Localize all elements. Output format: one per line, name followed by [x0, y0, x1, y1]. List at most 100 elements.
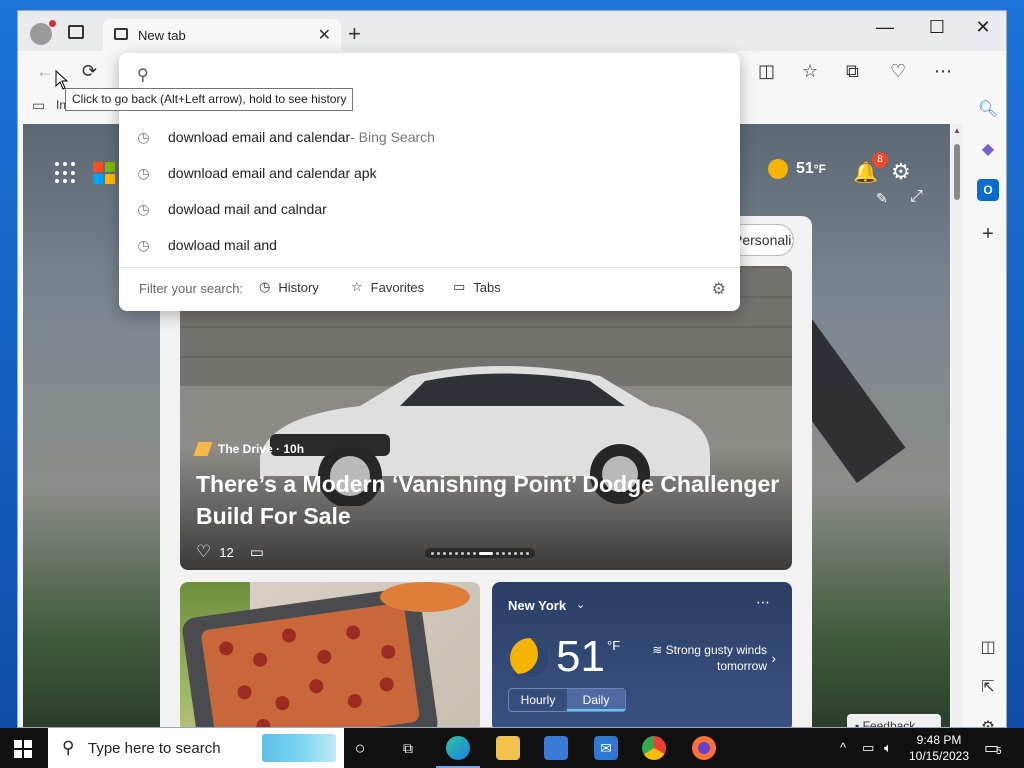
mail-icon[interactable]: ✉: [594, 736, 618, 760]
maximize-button[interactable]: ☐: [922, 17, 952, 38]
tab-favicon-icon: [114, 28, 128, 40]
outlook-sidebar-icon[interactable]: O: [977, 179, 999, 201]
clock-date: 10/15/2023: [908, 749, 970, 763]
filter-history-label: History: [278, 279, 319, 295]
file-explorer-icon[interactable]: [496, 736, 520, 760]
suggestion-text: download email and calendar apk: [168, 165, 377, 181]
suggestion-item[interactable]: ◷ download email and calendar apk: [119, 155, 740, 191]
volume-icon[interactable]: 🔈︎: [884, 740, 892, 756]
suggestion-item[interactable]: ◷ download email and calendar - Bing Sea…: [119, 119, 740, 155]
page-scrollbar[interactable]: ▲: [951, 124, 963, 727]
history-clock-icon: ◷: [137, 164, 150, 181]
browser-essentials-icon[interactable]: ♡: [890, 61, 906, 82]
edge-taskbar-icon[interactable]: [436, 736, 480, 768]
page-settings-gear-icon[interactable]: ⚙: [891, 159, 911, 185]
microsoft-logo-icon: [93, 162, 115, 184]
like-count: 12: [219, 544, 234, 560]
chevron-right-icon[interactable]: ›: [771, 650, 776, 666]
filter-favorites-button[interactable]: ☆ Favorites: [351, 279, 424, 295]
weather-alert[interactable]: ≋ Strong gusty winds tomorrow: [642, 642, 767, 674]
weather-summary[interactable]: 51°F: [768, 159, 826, 179]
weather-card[interactable]: New York ⌄ ⋯ 51 °F ≋ Strong gusty winds …: [492, 582, 792, 727]
wind-line-1: Strong gusty winds: [665, 643, 767, 657]
weather-city[interactable]: New York: [508, 598, 566, 613]
scroll-up-icon[interactable]: ▲: [953, 126, 961, 135]
refresh-icon[interactable]: ⟳: [82, 61, 97, 82]
history-icon: ◷: [259, 279, 271, 294]
favorites-star-icon[interactable]: ☆: [802, 61, 818, 82]
sidebar-settings-icon[interactable]: ⚙: [977, 717, 999, 727]
tab-title: New tab: [138, 28, 186, 43]
tab-daily[interactable]: Daily: [567, 689, 625, 711]
tab-actions-icon[interactable]: [68, 25, 84, 39]
moon-icon: [768, 159, 788, 179]
suggestion-text: download email and calendar: [168, 129, 351, 145]
suggestion-text: dowload mail and: [168, 237, 277, 253]
forecast-toggle: Hourly Daily: [508, 688, 626, 712]
cortana-icon[interactable]: ○: [348, 736, 372, 760]
suggestion-source: - Bing Search: [350, 129, 435, 145]
new-tab-button[interactable]: +: [348, 21, 361, 47]
tabs-icon: ▭: [453, 279, 466, 294]
tools-sidebar-icon[interactable]: ◆: [977, 139, 999, 161]
hide-sidebar-icon[interactable]: ◫: [977, 637, 999, 659]
mouse-cursor-icon: [55, 70, 69, 90]
action-center-count: 5: [996, 746, 1002, 757]
search-sidebar-icon[interactable]: 🔍︎: [977, 99, 999, 121]
filter-tabs-button[interactable]: ▭ Tabs: [453, 279, 501, 295]
comment-icon[interactable]: ▭: [250, 543, 264, 561]
heart-icon[interactable]: ♡: [196, 542, 211, 562]
show-hidden-icons-icon[interactable]: ^: [840, 740, 846, 755]
store-icon[interactable]: [544, 736, 568, 760]
add-sidebar-icon[interactable]: +: [977, 223, 999, 245]
back-button-tooltip: Click to go back (Alt+Left arrow), hold …: [65, 88, 354, 111]
feedback-icon: ▪: [855, 719, 863, 728]
weather-temp: 51: [796, 160, 814, 178]
food-news-card[interactable]: [180, 582, 480, 727]
weather-card-unit: °F: [607, 638, 621, 653]
wind-line-2: tomorrow: [716, 659, 767, 673]
tab-new-tab[interactable]: New tab ✕: [103, 19, 341, 51]
tab-close-icon[interactable]: ✕: [318, 25, 331, 45]
weather-unit: °F: [813, 162, 826, 177]
chrome-icon[interactable]: [642, 736, 666, 760]
edit-background-icon[interactable]: ✎: [876, 190, 888, 207]
task-view-icon[interactable]: ⧉: [396, 736, 420, 760]
title-bar: New tab ✕ + — ☐ ✕: [18, 11, 1006, 51]
feedback-button[interactable]: ▪ Feedback: [847, 714, 941, 728]
split-screen-icon[interactable]: ◫: [758, 61, 775, 82]
search-highlight-image: [262, 734, 336, 762]
tab-hourly[interactable]: Hourly: [509, 689, 567, 711]
filter-history-button[interactable]: ◷ History: [259, 279, 319, 295]
collections-icon[interactable]: ⧉: [846, 61, 859, 82]
address-bar-input[interactable]: [167, 61, 707, 85]
history-clock-icon: ◷: [137, 128, 150, 145]
windows-start-icon[interactable]: [14, 740, 32, 758]
history-clock-icon: ◷: [137, 236, 150, 253]
carousel-indicator[interactable]: [425, 548, 535, 558]
profile-avatar-icon[interactable]: [30, 20, 56, 45]
search-settings-gear-icon[interactable]: ⚙: [712, 279, 726, 299]
network-icon[interactable]: ▭: [862, 740, 874, 756]
taskbar-search-box[interactable]: ⚲ Type here to search: [48, 728, 344, 768]
hero-news-card[interactable]: The Drive · 10h There’s a Modern ‘Vanish…: [180, 266, 792, 570]
weather-card-temp: 51: [556, 632, 605, 681]
open-external-icon[interactable]: ⇱: [977, 677, 999, 699]
bowl-image: [380, 582, 470, 612]
firefox-icon[interactable]: [692, 736, 716, 760]
more-options-icon[interactable]: ⋯: [756, 594, 770, 611]
more-menu-icon[interactable]: ⋯: [934, 61, 952, 82]
hero-headline[interactable]: There’s a Modern ‘Vanishing Point’ Dodge…: [196, 468, 786, 532]
divider: [119, 267, 740, 268]
scrollbar-thumb[interactable]: [954, 144, 960, 200]
back-arrow-icon[interactable]: ←: [36, 61, 54, 82]
apps-launcher-icon[interactable]: [55, 162, 77, 184]
chevron-down-icon[interactable]: ⌄: [576, 598, 585, 611]
browser-window: New tab ✕ + — ☐ ✕ ← ⟳ ◫ ☆ ⧉ ♡ ⋯ b ▭ In: [17, 10, 1007, 728]
system-clock[interactable]: 9:48 PM 10/15/2023: [904, 732, 974, 764]
minimize-button[interactable]: —: [870, 17, 900, 38]
close-window-button[interactable]: ✕: [968, 17, 998, 38]
expand-icon[interactable]: ⤢: [910, 188, 923, 206]
suggestion-item[interactable]: ◷ dowload mail and: [119, 227, 740, 263]
suggestion-item[interactable]: ◷ dowload mail and calndar: [119, 191, 740, 227]
